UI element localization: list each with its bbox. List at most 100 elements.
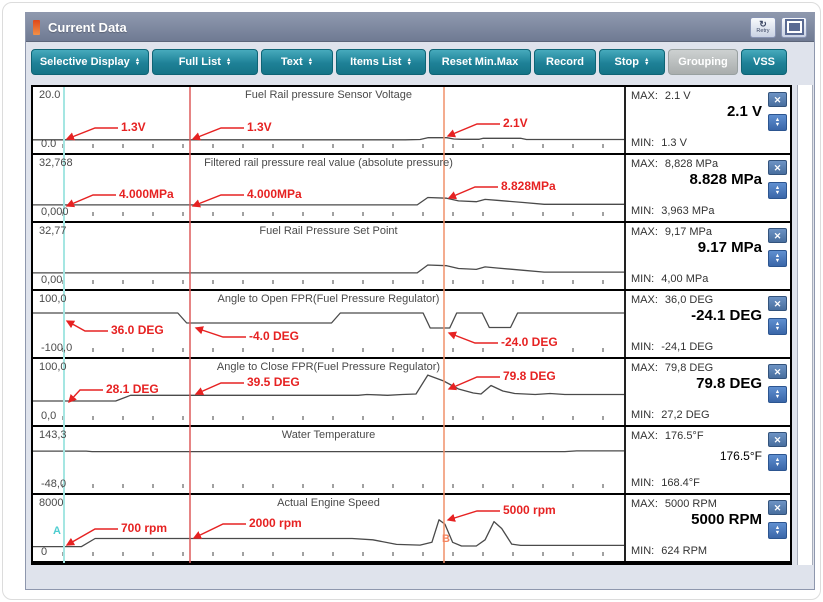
current-value: 2.1 V bbox=[727, 103, 762, 120]
selective-display-button[interactable]: Selective Display ▲▼ bbox=[31, 49, 149, 75]
waveform-plot[interactable]: 100,0 Angle to Open FPR(Fuel Pressure Re… bbox=[33, 291, 624, 357]
max-label: MAX: bbox=[631, 498, 658, 510]
retry-button[interactable]: ↻ Retry bbox=[750, 17, 776, 38]
channel-buttons: ✕ ▲ ▼ bbox=[768, 296, 787, 335]
channel-title: Fuel Rail pressure Sensor Voltage bbox=[33, 89, 624, 101]
stop-button[interactable]: Stop ▲▼ bbox=[599, 49, 665, 75]
waveform-plot[interactable]: 8000 Actual Engine Speed 0 700 rpm2000 r… bbox=[33, 495, 624, 561]
value-panel: MAX: 176.5°F 176.5°F MIN: 168.4°F ✕ ▲ ▼ bbox=[624, 427, 790, 493]
window-restore-button[interactable] bbox=[781, 17, 807, 38]
current-value: 9.17 MPa bbox=[698, 239, 762, 256]
cursor-value-annotation: 79.8 DEG bbox=[503, 369, 556, 383]
channel-row: 8000 Actual Engine Speed 0 700 rpm2000 r… bbox=[33, 495, 790, 563]
channel-buttons: ✕ ▲ ▼ bbox=[768, 364, 787, 403]
cursor-value-annotation: 4.000MPa bbox=[119, 187, 174, 201]
close-channel-button[interactable]: ✕ bbox=[768, 432, 787, 447]
cursor-value-annotation: 700 rpm bbox=[121, 521, 167, 535]
value-panel: MAX: 8,828 MPa 8.828 MPa MIN: 3,963 MPa … bbox=[624, 155, 790, 221]
min-value: 624 RPM bbox=[661, 545, 707, 557]
y-axis-min-label: -48,0 bbox=[41, 478, 66, 490]
window-title: Current Data bbox=[48, 20, 127, 35]
min-label: MIN: bbox=[631, 341, 654, 353]
cursor-value-annotation: 1.3V bbox=[121, 120, 146, 134]
expand-channel-button[interactable]: ▲ ▼ bbox=[768, 318, 787, 335]
cursor-value-annotation: 2000 rpm bbox=[249, 516, 302, 530]
expand-channel-button[interactable]: ▲ ▼ bbox=[768, 114, 787, 131]
min-row: MIN: 168.4°F bbox=[631, 477, 700, 489]
items-list-button[interactable]: Items List ▲▼ bbox=[336, 49, 426, 75]
y-axis-min-label: 0,000 bbox=[41, 206, 69, 218]
expand-channel-button[interactable]: ▲ ▼ bbox=[768, 250, 787, 267]
waveform-plot[interactable]: 20.0 Fuel Rail pressure Sensor Voltage 0… bbox=[33, 87, 624, 153]
current-value: 8.828 MPa bbox=[689, 171, 762, 188]
arrow-down-icon: ▼ bbox=[775, 463, 780, 468]
vss-button[interactable]: VSS bbox=[741, 49, 787, 75]
min-value: 168.4°F bbox=[661, 477, 700, 489]
max-label: MAX: bbox=[631, 294, 658, 306]
min-label: MIN: bbox=[631, 137, 654, 149]
channel-row: 32,768 Filtered rail pressure real value… bbox=[33, 155, 790, 223]
min-row: MIN: 27,2 DEG bbox=[631, 409, 710, 421]
max-row: MAX: 36,0 DEG bbox=[631, 294, 713, 306]
max-label: MAX: bbox=[631, 226, 658, 238]
expand-channel-button[interactable]: ▲ ▼ bbox=[768, 522, 787, 539]
max-value: 176.5°F bbox=[665, 430, 704, 442]
waveform-plot[interactable]: 32,768 Filtered rail pressure real value… bbox=[33, 155, 624, 221]
channel-title: Filtered rail pressure real value (absol… bbox=[33, 157, 624, 169]
arrow-down-icon: ▼ bbox=[775, 395, 780, 400]
reset-minmax-button[interactable]: Reset Min.Max bbox=[429, 49, 531, 75]
channel-buttons: ✕ ▲ ▼ bbox=[768, 500, 787, 539]
max-value: 9,17 MPa bbox=[665, 226, 712, 238]
channel-buttons: ✕ ▲ ▼ bbox=[768, 160, 787, 199]
min-label: MIN: bbox=[631, 205, 654, 217]
grouping-button[interactable]: Grouping bbox=[668, 49, 738, 75]
scrollbar-gutter[interactable] bbox=[797, 85, 813, 565]
min-label: MIN: bbox=[631, 409, 654, 421]
expand-channel-button[interactable]: ▲ ▼ bbox=[768, 386, 787, 403]
max-row: MAX: 2.1 V bbox=[631, 90, 691, 102]
close-icon: ✕ bbox=[774, 95, 782, 105]
max-label: MAX: bbox=[631, 90, 658, 102]
channel-title: Water Temperature bbox=[33, 429, 624, 441]
value-panel: MAX: 2.1 V 2.1 V MIN: 1.3 V ✕ ▲ ▼ bbox=[624, 87, 790, 153]
close-icon: ✕ bbox=[774, 367, 782, 377]
close-channel-button[interactable]: ✕ bbox=[768, 160, 787, 175]
close-channel-button[interactable]: ✕ bbox=[768, 92, 787, 107]
close-channel-button[interactable]: ✕ bbox=[768, 500, 787, 515]
y-axis-min-label: 0,00 bbox=[41, 274, 62, 286]
app-window: Current Data ↻ Retry Selective Display ▲… bbox=[25, 12, 815, 590]
close-channel-button[interactable]: ✕ bbox=[768, 364, 787, 379]
expand-channel-button[interactable]: ▲ ▼ bbox=[768, 182, 787, 199]
min-row: MIN: 1.3 V bbox=[631, 137, 687, 149]
max-row: MAX: 8,828 MPa bbox=[631, 158, 718, 170]
min-value: 4,00 MPa bbox=[661, 273, 708, 285]
y-axis-min-label: -100,0 bbox=[41, 342, 72, 354]
min-value: 1.3 V bbox=[661, 137, 687, 149]
waveform-plot[interactable]: 100,0 Angle to Close FPR(Fuel Pressure R… bbox=[33, 359, 624, 425]
cursor-value-annotation: 36.0 DEG bbox=[111, 323, 164, 337]
current-value: 5000 RPM bbox=[691, 511, 762, 528]
record-button[interactable]: Record bbox=[534, 49, 596, 75]
close-channel-button[interactable]: ✕ bbox=[768, 228, 787, 243]
waveform-plot[interactable]: 143,3 Water Temperature -48,0 bbox=[33, 427, 624, 493]
waveform-plot[interactable]: 32,77 Fuel Rail Pressure Set Point 0,00 bbox=[33, 223, 624, 289]
max-value: 8,828 MPa bbox=[665, 158, 718, 170]
value-panel: MAX: 9,17 MPa 9.17 MPa MIN: 4,00 MPa ✕ ▲… bbox=[624, 223, 790, 289]
app-icon bbox=[33, 20, 40, 35]
close-icon: ✕ bbox=[774, 435, 782, 445]
close-icon: ✕ bbox=[774, 503, 782, 513]
max-row: MAX: 9,17 MPa bbox=[631, 226, 712, 238]
text-mode-button[interactable]: Text ▲▼ bbox=[261, 49, 333, 75]
close-icon: ✕ bbox=[774, 163, 782, 173]
value-panel: MAX: 79,8 DEG 79.8 DEG MIN: 27,2 DEG ✕ ▲… bbox=[624, 359, 790, 425]
max-row: MAX: 176.5°F bbox=[631, 430, 704, 442]
y-axis-min-label: 0,0 bbox=[41, 410, 56, 422]
expand-channel-button[interactable]: ▲ ▼ bbox=[768, 454, 787, 471]
value-panel: MAX: 5000 RPM 5000 RPM MIN: 624 RPM ✕ ▲ … bbox=[624, 495, 790, 561]
cursor-value-annotation: 4.000MPa bbox=[247, 187, 302, 201]
y-axis-min-label: 0.0 bbox=[41, 138, 56, 150]
cursor-value-annotation: 39.5 DEG bbox=[247, 375, 300, 389]
close-channel-button[interactable]: ✕ bbox=[768, 296, 787, 311]
full-list-button[interactable]: Full List ▲▼ bbox=[152, 49, 258, 75]
min-value: 27,2 DEG bbox=[661, 409, 709, 421]
